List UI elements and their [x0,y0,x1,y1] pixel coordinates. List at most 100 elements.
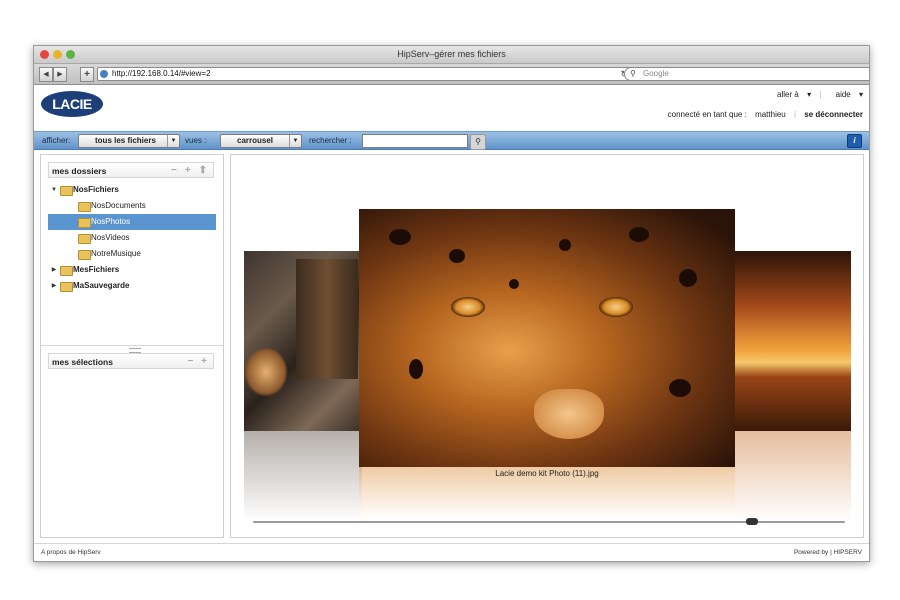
selections-title: mes sélections [52,357,113,367]
separator: | [819,90,822,99]
app-header: LACIE aller à ▾ | aide ▾ connecté en tan… [34,85,869,131]
show-select[interactable]: tous les fichiers ▼ [78,134,180,148]
goto-menu[interactable]: aller à ▾ [771,90,811,99]
globe-icon [100,70,108,78]
goto-label: aller à [777,90,799,99]
views-select-value: carrousel [237,136,274,145]
username: matthieu [755,110,786,119]
folder-tree-label: NosPhotos [91,217,131,226]
search-placeholder: Google [643,69,669,78]
folder-tree-label: NosFichiers [73,185,119,194]
photo-detail [449,249,465,263]
chevron-down-icon: ▼ [289,135,301,147]
header-links: aller à ▾ | aide ▾ [765,90,863,99]
close-icon[interactable] [40,50,49,59]
lacie-logo[interactable]: LACIE [41,91,103,117]
photo-detail [451,297,485,317]
carousel-photo-next[interactable] [735,251,851,431]
folders-title: mes dossiers [52,166,107,176]
folder-icon [78,202,91,212]
filter-bar: afficher: tous les fichiers ▼ vues : car… [34,131,869,150]
folder-icon [78,234,91,244]
sidebar-panel: mes dossiers − + ⬆ ▼ NosFichiers NosDocument… [40,154,224,538]
search-label: rechercher : [309,136,352,145]
folder-tree-item[interactable]: ▶ MaSauvegarde [48,278,216,294]
logout-link[interactable]: se déconnecter [804,110,863,119]
about-link[interactable]: A propos de HipServ [41,544,101,561]
views-select[interactable]: carrousel ▼ [220,134,302,148]
folder-tree: ▼ NosFichiers NosDocuments NosPhotos NosVide… [48,182,216,294]
divider [41,345,223,346]
photo-detail [629,227,649,242]
url-field[interactable]: http://192.168.0.14/#view=2 ↻ [97,67,633,81]
selections-header: mes sélections − + [48,353,214,369]
folder-tree-item[interactable]: NosDocuments [48,198,216,214]
plus-icon[interactable]: + [80,67,94,82]
photo-detail [409,359,423,379]
footer: A propos de HipServ Powered by | HIPSERV [34,543,869,561]
help-menu[interactable]: aide ▾ [830,90,863,99]
chevron-down-icon: ▾ [807,90,812,99]
slider-thumb[interactable] [746,518,758,525]
up-arrow-icon[interactable]: ⬆ [199,165,207,176]
add-icon[interactable]: + [185,165,191,176]
collapsed-arrow-icon[interactable]: ▶ [50,278,58,294]
folder-tree-item[interactable]: ▶ MesFichiers [48,262,216,278]
folder-tree-item[interactable]: ▼ NosFichiers [48,182,216,198]
info-icon[interactable]: i [847,134,862,148]
folder-tree-label: NotreMusique [91,249,141,258]
folder-icon [60,282,73,292]
chevron-down-icon: ▼ [167,135,179,147]
browser-toolbar: ◀ ▶ + http://192.168.0.14/#view=2 ↻ ⚲ Go… [34,64,869,85]
forward-arrow-icon[interactable]: ▶ [53,67,67,82]
remove-icon[interactable]: − [171,165,177,176]
remove-icon[interactable]: − [187,356,193,367]
help-label: aide [835,90,851,99]
photo-detail [296,259,358,379]
folder-tree-label: MesFichiers [73,265,120,274]
collapsed-arrow-icon[interactable]: ▶ [50,262,58,278]
search-button[interactable]: ⚲ [470,134,486,150]
carousel-photo-current[interactable] [359,209,735,467]
photo-reflection [244,431,362,521]
folder-tree-item[interactable]: NotreMusique [48,246,216,262]
carousel-slider[interactable] [253,518,845,525]
photo-detail [389,229,411,245]
carousel-panel: Lacie demo kit Photo (11).jpg [230,154,864,538]
connected-label: connecté en tant que : [667,110,747,119]
folder-tree-item[interactable]: NosPhotos [48,214,216,230]
window-title: HipServ–gérer mes fichiers [397,49,506,59]
photo-reflection [735,431,851,521]
browser-window: HipServ–gérer mes fichiers ◀ ▶ + http://… [33,45,870,562]
folder-tree-item[interactable]: NosVideos [48,230,216,246]
file-search-input[interactable] [362,134,468,148]
show-label: afficher: [42,136,71,145]
folders-header: mes dossiers − + ⬆ [48,162,214,178]
photo-detail [534,389,604,439]
folder-icon [60,266,73,276]
page-content: LACIE aller à ▾ | aide ▾ connecté en tan… [34,85,869,561]
title-bar: HipServ–gérer mes fichiers [34,46,869,64]
zoom-icon[interactable] [66,50,75,59]
back-arrow-icon[interactable]: ◀ [39,67,53,82]
separator: | [793,110,797,119]
photo-detail [599,297,633,317]
carousel-photo-prev[interactable] [244,251,362,431]
selection-actions: − + [179,354,207,370]
expanded-arrow-icon[interactable]: ▼ [50,182,58,198]
powered-by: Powered by | HIPSERV [793,549,862,556]
photo-detail [669,379,691,397]
photo-detail [244,347,288,397]
minimize-icon[interactable] [53,50,62,59]
folder-tree-label: NosVideos [91,233,130,242]
folder-tree-label: NosDocuments [91,201,146,210]
folder-icon [60,186,73,196]
folder-icon [78,250,91,260]
folder-actions: − + ⬆ [163,163,207,179]
folder-icon [78,218,91,228]
browser-search-field[interactable]: ⚲ Google [624,67,869,81]
photo-detail [679,269,697,287]
add-icon[interactable]: + [201,356,207,367]
folder-tree-label: MaSauvegarde [73,281,130,290]
photo-caption: Lacie demo kit Photo (11).jpg [495,469,599,478]
